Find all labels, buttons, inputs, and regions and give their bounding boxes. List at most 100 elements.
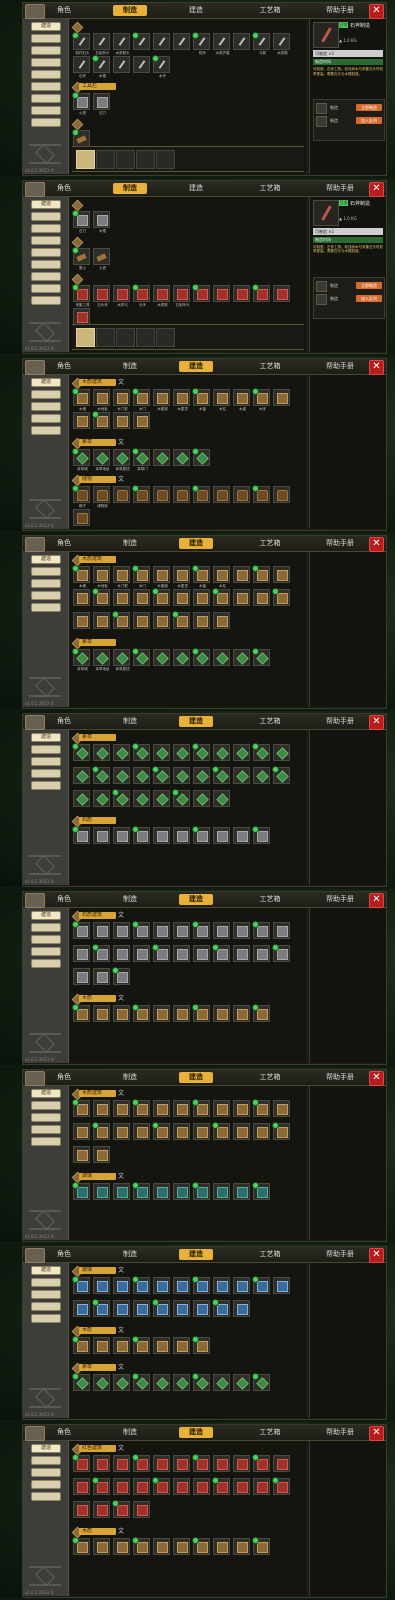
tab-0[interactable]: 角色: [47, 361, 81, 372]
recipe-slot[interactable]: 采集工具: [72, 283, 90, 307]
recipe-slot[interactable]: 短矛: [192, 32, 210, 55]
recipe-slot[interactable]: [192, 1373, 210, 1392]
recipe-group-header[interactable]: 玻璃文: [71, 1171, 306, 1183]
sidebar-category-item[interactable]: [31, 82, 61, 91]
tab-4[interactable]: 帮助手册: [323, 1427, 357, 1438]
recipe-slot[interactable]: [93, 1538, 110, 1556]
recipe-slot[interactable]: 木屋顶: [173, 388, 190, 411]
recipe-group-header[interactable]: [71, 118, 306, 131]
recipe-slot[interactable]: [173, 1122, 190, 1140]
recipe-slot[interactable]: 木墙: [72, 565, 90, 588]
tab-1[interactable]: 制造: [113, 182, 147, 194]
close-button[interactable]: ✕: [369, 181, 384, 197]
tab-1[interactable]: 制造: [113, 5, 147, 16]
tab-3[interactable]: 工艺箱: [253, 1249, 287, 1260]
recipe-slot[interactable]: [153, 1277, 170, 1295]
recipe-slot[interactable]: [272, 1477, 290, 1496]
recipe-slot[interactable]: [213, 790, 230, 808]
recipe-group-header[interactable]: [71, 236, 306, 249]
sidebar-category-item[interactable]: [31, 70, 61, 79]
queue-slot[interactable]: [116, 149, 135, 169]
recipe-slot[interactable]: 木质箭头: [113, 33, 130, 55]
sidebar-category-item[interactable]: [31, 946, 61, 956]
recipe-slot[interactable]: [213, 921, 230, 939]
tab-4[interactable]: 帮助手册: [323, 361, 357, 372]
sidebar-category-item[interactable]: [31, 1124, 61, 1134]
close-button[interactable]: ✕: [369, 359, 384, 375]
recipe-slot[interactable]: [93, 967, 110, 985]
recipe-slot[interactable]: [252, 648, 270, 667]
recipe-slot[interactable]: [132, 920, 150, 939]
sidebar-category-item[interactable]: 建造: [31, 1088, 61, 1098]
recipe-slot[interactable]: [113, 1099, 130, 1117]
recipe-slot[interactable]: 木质箭: [153, 284, 170, 307]
recipe-slot[interactable]: [133, 767, 150, 785]
recipe-slot[interactable]: [133, 612, 150, 630]
sidebar-category-item[interactable]: [31, 1314, 61, 1324]
recipe-slot[interactable]: [92, 1121, 110, 1140]
sidebar-category-item[interactable]: [31, 223, 61, 233]
tab-4[interactable]: 帮助手册: [323, 1249, 357, 1260]
recipe-slot[interactable]: [193, 589, 210, 607]
recipe-slot[interactable]: [252, 1537, 270, 1556]
recipe-slot[interactable]: [252, 1373, 270, 1392]
recipe-slot[interactable]: [112, 1500, 130, 1519]
recipe-slot[interactable]: [252, 283, 270, 302]
recipe-slot[interactable]: [192, 920, 210, 939]
recipe-slot[interactable]: [252, 1098, 270, 1117]
tab-3[interactable]: 工艺箱: [253, 538, 287, 549]
recipe-group-header[interactable]: 木质建筑: [71, 554, 306, 567]
recipe-group-header[interactable]: 木质文: [71, 1526, 306, 1539]
sidebar-category-item[interactable]: [31, 34, 61, 43]
recipe-group-header[interactable]: 红色建筑文: [71, 1443, 306, 1456]
recipe-slot[interactable]: 木门: [132, 387, 150, 411]
recipe-slot[interactable]: [72, 920, 90, 939]
recipe-slot[interactable]: [93, 1277, 110, 1295]
recipe-slot[interactable]: [213, 284, 230, 302]
recipe-slot[interactable]: [72, 1454, 90, 1473]
recipe-slot[interactable]: [273, 388, 290, 406]
recipe-slot[interactable]: [113, 1478, 130, 1496]
recipe-slot[interactable]: [252, 1181, 270, 1200]
tab-2[interactable]: 建造: [179, 5, 213, 16]
recipe-slot[interactable]: [153, 790, 170, 808]
recipe-slot[interactable]: [233, 1277, 250, 1295]
queue-slot[interactable]: [96, 327, 115, 347]
recipe-slot[interactable]: [192, 1454, 210, 1473]
sidebar-category-item[interactable]: [31, 1492, 61, 1502]
recipe-slot[interactable]: [173, 1538, 190, 1556]
recipe-slot[interactable]: [72, 1003, 90, 1022]
recipe-slot[interactable]: [192, 826, 210, 845]
recipe-slot[interactable]: 储物架: [93, 485, 110, 508]
recipe-slot[interactable]: 木窗: [192, 565, 210, 588]
recipe-slot[interactable]: 茅草地板: [93, 649, 110, 671]
recipe-slot[interactable]: [113, 1538, 130, 1556]
recipe-group-header[interactable]: 木质文: [71, 993, 306, 1006]
recipe-slot[interactable]: 茅草屋顶: [113, 448, 130, 471]
recipe-slot[interactable]: [233, 1478, 250, 1496]
recipe-slot[interactable]: [252, 484, 270, 503]
recipe-slot[interactable]: [133, 411, 150, 429]
recipe-slot[interactable]: 茅草屋顶: [113, 649, 130, 671]
queue-slot[interactable]: [156, 327, 175, 347]
recipe-slot[interactable]: [212, 943, 230, 962]
recipe-slot[interactable]: 石刀: [93, 93, 110, 115]
tab-3[interactable]: 工艺箱: [253, 1072, 287, 1083]
recipe-slot[interactable]: [153, 827, 170, 845]
recipe-slot[interactable]: [92, 588, 110, 607]
recipe-slot[interactable]: [132, 648, 150, 667]
sidebar-category-item[interactable]: [31, 58, 61, 67]
recipe-slot[interactable]: [212, 1121, 230, 1140]
tab-1[interactable]: 制造: [113, 1427, 147, 1438]
tab-1[interactable]: 制造: [113, 1072, 147, 1083]
sidebar-category-item[interactable]: [31, 1290, 61, 1300]
recipe-slot[interactable]: [233, 1300, 250, 1318]
recipe-slot[interactable]: [172, 611, 190, 630]
recipe-group-header[interactable]: 储物文: [71, 474, 306, 486]
recipe-slot[interactable]: [213, 1099, 230, 1117]
recipe-group-header[interactable]: 木质文: [71, 1326, 306, 1338]
recipe-slot[interactable]: [233, 566, 250, 584]
recipe-slot[interactable]: [93, 744, 110, 762]
recipe-slot[interactable]: [213, 1374, 230, 1392]
sidebar-category-item[interactable]: [31, 757, 61, 767]
